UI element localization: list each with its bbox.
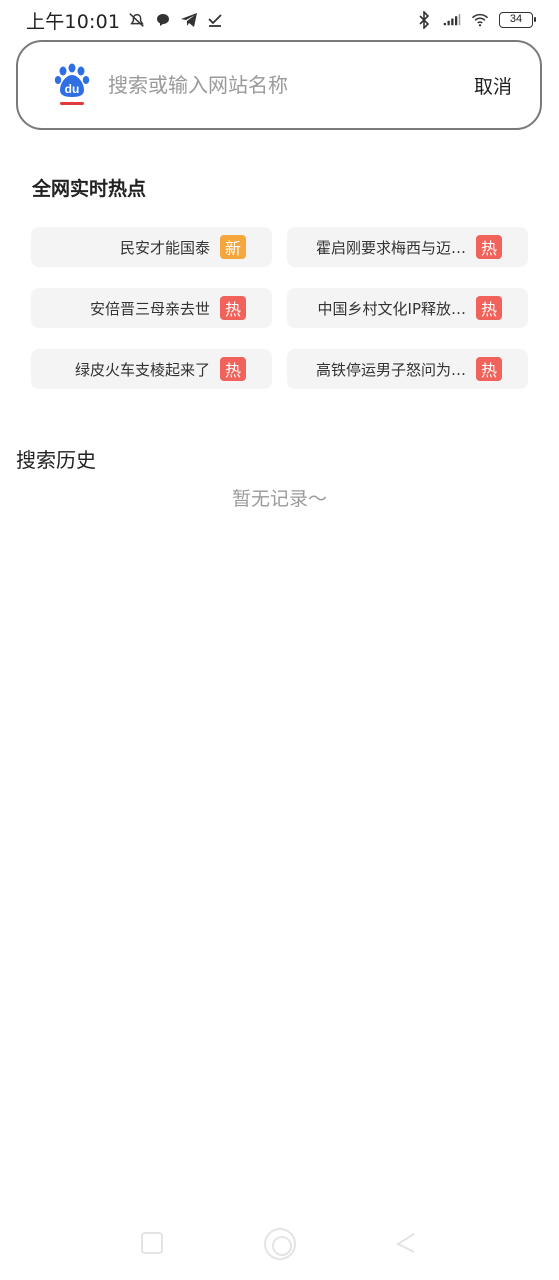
wifi-icon [471, 11, 489, 29]
svg-text:du: du [65, 82, 80, 96]
hot-badge: 热 [476, 296, 502, 320]
search-page: 上午10:01 34 du 搜索或输入网站名称 取消 全网实时热点 民安才能国泰… [0, 0, 559, 1280]
hot-topic-label: 高铁停运男子怒问为… [315, 360, 466, 379]
baidu-logo: du [54, 63, 90, 107]
status-bar: 上午10:01 34 [0, 0, 559, 40]
history-empty-text: 暂无记录～ [231, 488, 327, 510]
hot-topic-item[interactable]: 高铁停运男子怒问为… 热 [287, 349, 528, 389]
back-button[interactable] [392, 1230, 418, 1256]
new-badge: 新 [220, 235, 246, 259]
message-icon [154, 11, 172, 29]
hot-topic-item[interactable]: 民安才能国泰 新 [31, 227, 272, 267]
hot-topic-label: 安倍晋三母亲去世 [89, 299, 210, 318]
telegram-icon [180, 11, 198, 29]
recent-apps-button[interactable] [141, 1232, 163, 1254]
search-bar: du 取消 [16, 40, 542, 130]
hot-topics-grid: 民安才能国泰 新 霍启刚要求梅西与迈… 热 安倍晋三母亲去世 热 中国乡村文化I… [31, 227, 528, 389]
hot-topic-item[interactable]: 安倍晋三母亲去世 热 [31, 288, 272, 328]
check-download-icon [206, 11, 224, 29]
hot-badge: 热 [476, 235, 502, 259]
signal-icon [443, 11, 461, 29]
system-nav-bar [0, 1218, 559, 1272]
hot-badge: 热 [476, 357, 502, 381]
hot-topic-item[interactable]: 绿皮火车支棱起来了 热 [31, 349, 272, 389]
hot-topic-item[interactable]: 霍启刚要求梅西与迈… 热 [287, 227, 528, 267]
hot-topic-label: 霍启刚要求梅西与迈… [315, 238, 466, 257]
status-right: 34 [415, 11, 536, 29]
status-left: 上午10:01 [26, 7, 224, 34]
home-button[interactable] [264, 1228, 296, 1260]
cancel-button[interactable]: 取消 [474, 72, 512, 99]
search-input[interactable] [108, 73, 474, 97]
hot-section-title: 全网实时热点 [32, 178, 147, 200]
bluetooth-icon [415, 11, 433, 29]
hot-topic-label: 中国乡村文化IP释放… [317, 299, 466, 318]
hot-topic-label: 绿皮火车支棱起来了 [74, 360, 210, 379]
hot-topic-label: 民安才能国泰 [119, 238, 210, 257]
status-time: 上午10:01 [26, 10, 121, 33]
hot-badge: 热 [220, 296, 246, 320]
hot-topic-item[interactable]: 中国乡村文化IP释放… 热 [287, 288, 528, 328]
mute-icon [128, 11, 146, 29]
hot-badge: 热 [220, 357, 246, 381]
history-section-title: 搜索历史 [16, 448, 96, 472]
battery-icon: 34 [499, 12, 536, 28]
